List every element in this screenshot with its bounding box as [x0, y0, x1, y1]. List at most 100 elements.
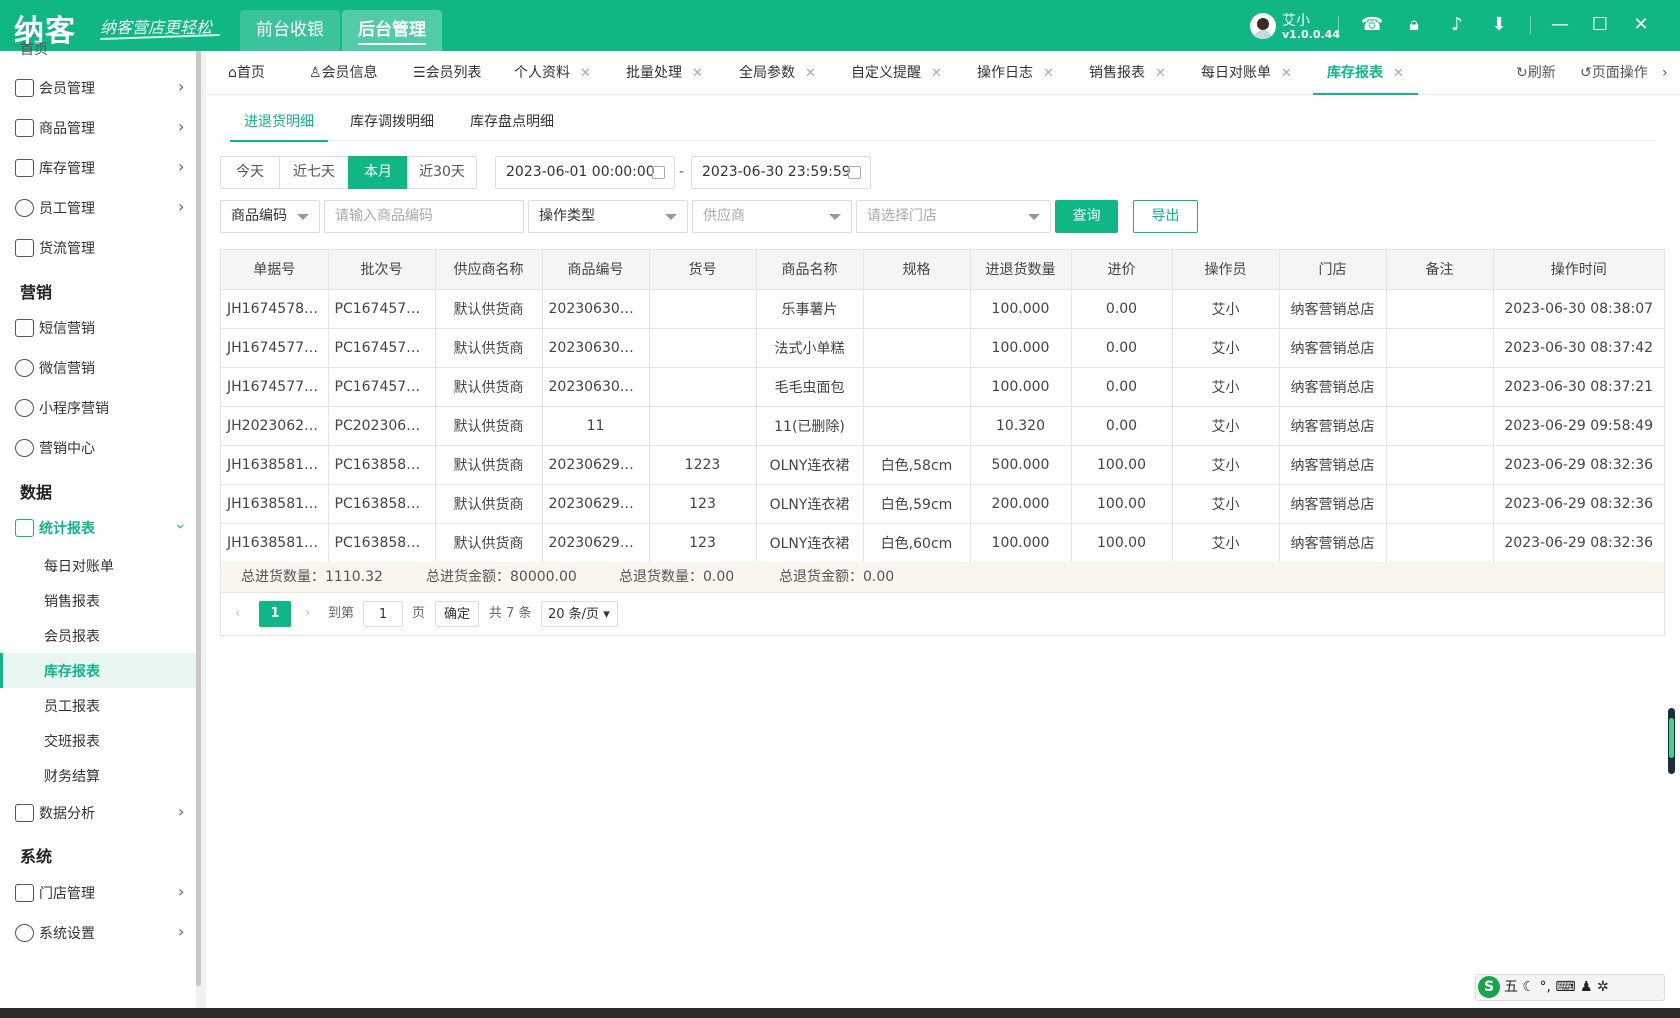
tab-inventory-report[interactable]: 库存报表 ✕ — [1313, 51, 1418, 95]
table-cell — [1386, 289, 1494, 329]
sidebar-item-logistics[interactable]: 货流管理 — [0, 228, 196, 268]
subtab-stocktake-detail[interactable]: 库存盘点明细 — [470, 104, 554, 141]
close-icon[interactable]: ✕ — [1281, 66, 1292, 81]
sidebar-item-marketing-center[interactable]: 营销中心 — [0, 428, 196, 468]
sidebar-sub-members[interactable]: 会员报表 — [0, 618, 196, 653]
refresh-button[interactable]: ↻刷新 — [1516, 51, 1556, 95]
sidebar-item-members[interactable]: 会员管理 › — [0, 68, 196, 108]
goto-page-input[interactable]: 1 — [363, 601, 403, 627]
sidebar-item-miniapp[interactable]: 小程序营销 — [0, 388, 196, 428]
table-row[interactable]: JH16745779... PC16745779... 默认供货商 202306300… — [221, 328, 1664, 368]
sidebar-sub-staff[interactable]: 员工报表 — [0, 688, 196, 723]
sidebar-item-staff[interactable]: 员工管理 › — [0, 188, 196, 228]
store-select[interactable]: 请选择门店 — [856, 200, 1051, 233]
chevron-right-icon[interactable]: › — [1662, 51, 1668, 95]
table-row[interactable]: JH16745778... PC16745778... 默认供货商 202306300… — [221, 367, 1664, 407]
close-icon[interactable]: ✕ — [931, 66, 942, 81]
sidebar-item-settings[interactable]: 系统设置 › — [0, 913, 196, 953]
table-cell: 0.00 — [1071, 289, 1173, 329]
tab-profile[interactable]: 个人资料 ✕ — [514, 51, 591, 95]
sidebar-item-analysis[interactable]: 数据分析 › — [0, 793, 196, 833]
table-row[interactable]: JH16385814... PC16385814... 默认供货商 202306290… — [221, 484, 1664, 524]
export-button[interactable]: 导出 — [1133, 200, 1198, 233]
table-cell: 2023-06-30 08:37:21 — [1493, 367, 1664, 407]
subtab-purchase-detail[interactable]: 进退货明细 — [230, 104, 328, 142]
sidebar-sub-inventory[interactable]: 库存报表 — [0, 653, 196, 688]
tab-global-params[interactable]: 全局参数 ✕ — [739, 51, 816, 95]
table-row[interactable]: JH16385814... PC16385814... 默认供货商 202306290… — [221, 445, 1664, 485]
table-cell: JH16745778... — [221, 367, 329, 407]
close-icon[interactable]: ✕ — [1043, 66, 1054, 81]
minimize-icon[interactable]: — — [1549, 14, 1571, 36]
topnav-backend[interactable]: 后台管理 — [342, 10, 442, 51]
summary-total-amount: 总进货金额：80000.00 — [426, 569, 577, 585]
range-this-month[interactable]: 本月 — [348, 156, 408, 189]
topnav-cashier[interactable]: 前台收银 — [240, 10, 340, 51]
code-input[interactable]: 请输入商品编码 — [324, 200, 524, 233]
table-cell: PC16745780... — [328, 289, 436, 329]
download-icon[interactable]: ⬇ — [1488, 14, 1510, 36]
table-cell: 白色,60cm — [863, 523, 971, 563]
lock-icon[interactable]: 🔒︎ — [1403, 14, 1425, 36]
close-icon[interactable]: ✕ — [805, 66, 816, 81]
tab-member-list[interactable]: ☰会员列表 — [413, 51, 482, 95]
close-icon[interactable]: ✕ — [580, 66, 591, 81]
next-page-icon[interactable]: › — [305, 601, 310, 627]
sidebar-item-wechat[interactable]: 微信营销 — [0, 348, 196, 388]
close-icon[interactable]: ✕ — [1393, 66, 1404, 81]
headset-icon[interactable]: ☎ — [1361, 14, 1383, 36]
table-cell: 2023-06-29 08:32:36 — [1493, 445, 1664, 485]
maximize-icon[interactable]: ☐ — [1589, 14, 1611, 36]
table-cell: OLNY连衣裙 — [756, 523, 864, 563]
table-row[interactable]: JH16745780... PC16745780... 默认供货商 202306300… — [221, 289, 1664, 329]
range-30days[interactable]: 近30天 — [407, 156, 477, 189]
code-type-select[interactable]: 商品编码 — [220, 200, 320, 233]
column-header: 操作员 — [1172, 250, 1280, 290]
tab-batch[interactable]: 批量处理 ✕ — [626, 51, 703, 95]
sidebar-item-sms[interactable]: 短信营销 — [0, 308, 196, 348]
table-row[interactable]: JH20230629... PC20230629... 默认供货商 11 11(已删除)… — [221, 406, 1664, 446]
ime-toolbar[interactable]: S五 ☾ °, ⌨ ♟ ✲ — [1475, 974, 1665, 1001]
column-header: 单据号 — [221, 250, 329, 290]
table-cell: 艾小 — [1172, 406, 1280, 446]
sidebar-item-store[interactable]: 门店管理 › — [0, 873, 196, 913]
sidebar-item-goods[interactable]: 商品管理 › — [0, 108, 196, 148]
table-row[interactable]: JH16385814... PC16385814... 默认供货商 202306290… — [221, 523, 1664, 563]
sidebar-sub-shift[interactable]: 交班报表 — [0, 723, 196, 758]
summary-return-qty: 总退货数量：0.00 — [619, 569, 735, 585]
table-cell — [1386, 445, 1494, 485]
goto-confirm-button[interactable]: 确定 — [435, 601, 479, 627]
tab-sales-report[interactable]: 销售报表 ✕ — [1089, 51, 1166, 95]
tab-custom-reminder[interactable]: 自定义提醒 ✕ — [851, 51, 942, 95]
tab-daily-statement[interactable]: 每日对账单 ✕ — [1201, 51, 1292, 95]
supplier-select[interactable]: 供应商 — [692, 200, 852, 233]
sidebar-sub-daily[interactable]: 每日对账单 — [0, 548, 196, 583]
page-number-current[interactable]: 1 — [259, 601, 291, 627]
prev-page-icon[interactable]: ‹ — [235, 601, 240, 627]
date-start-input[interactable]: 2023-06-01 00:00:00 — [495, 156, 675, 189]
tab-member-info[interactable]: ♙会员信息 — [309, 51, 378, 95]
sidebar-item-stats[interactable]: 统计报表 › — [0, 508, 196, 548]
sidebar-sub-sales[interactable]: 销售报表 — [0, 583, 196, 618]
range-today[interactable]: 今天 — [220, 156, 280, 189]
sidebar-sub-finance[interactable]: 财务结算 — [0, 758, 196, 793]
date-end-input[interactable]: 2023-06-30 23:59:59 — [691, 156, 871, 189]
tab-home[interactable]: ⌂首页 — [228, 51, 265, 95]
chevron-right-icon: › — [178, 117, 185, 136]
close-icon[interactable]: ✕ — [1630, 14, 1652, 36]
sidebar-scrollbar[interactable] — [196, 51, 201, 986]
op-type-select[interactable]: 操作类型 — [528, 200, 688, 233]
avatar[interactable] — [1250, 13, 1276, 39]
query-button[interactable]: 查询 — [1055, 200, 1118, 233]
range-7days[interactable]: 近七天 — [279, 156, 349, 189]
close-icon[interactable]: ✕ — [1155, 66, 1166, 81]
subtab-transfer-detail[interactable]: 库存调拨明细 — [350, 104, 434, 141]
sidebar-item-inventory[interactable]: 库存管理 › — [0, 148, 196, 188]
bell-icon[interactable]: ♪ — [1446, 14, 1468, 36]
close-icon[interactable]: ✕ — [692, 66, 703, 81]
page-size-select[interactable]: 20 条/页 ▾ — [541, 601, 618, 627]
page-scrollbar[interactable] — [1668, 708, 1675, 774]
table-cell: 0.00 — [1071, 328, 1173, 368]
tab-op-log[interactable]: 操作日志 ✕ — [977, 51, 1054, 95]
page-ops-button[interactable]: ↺页面操作 — [1580, 51, 1648, 95]
